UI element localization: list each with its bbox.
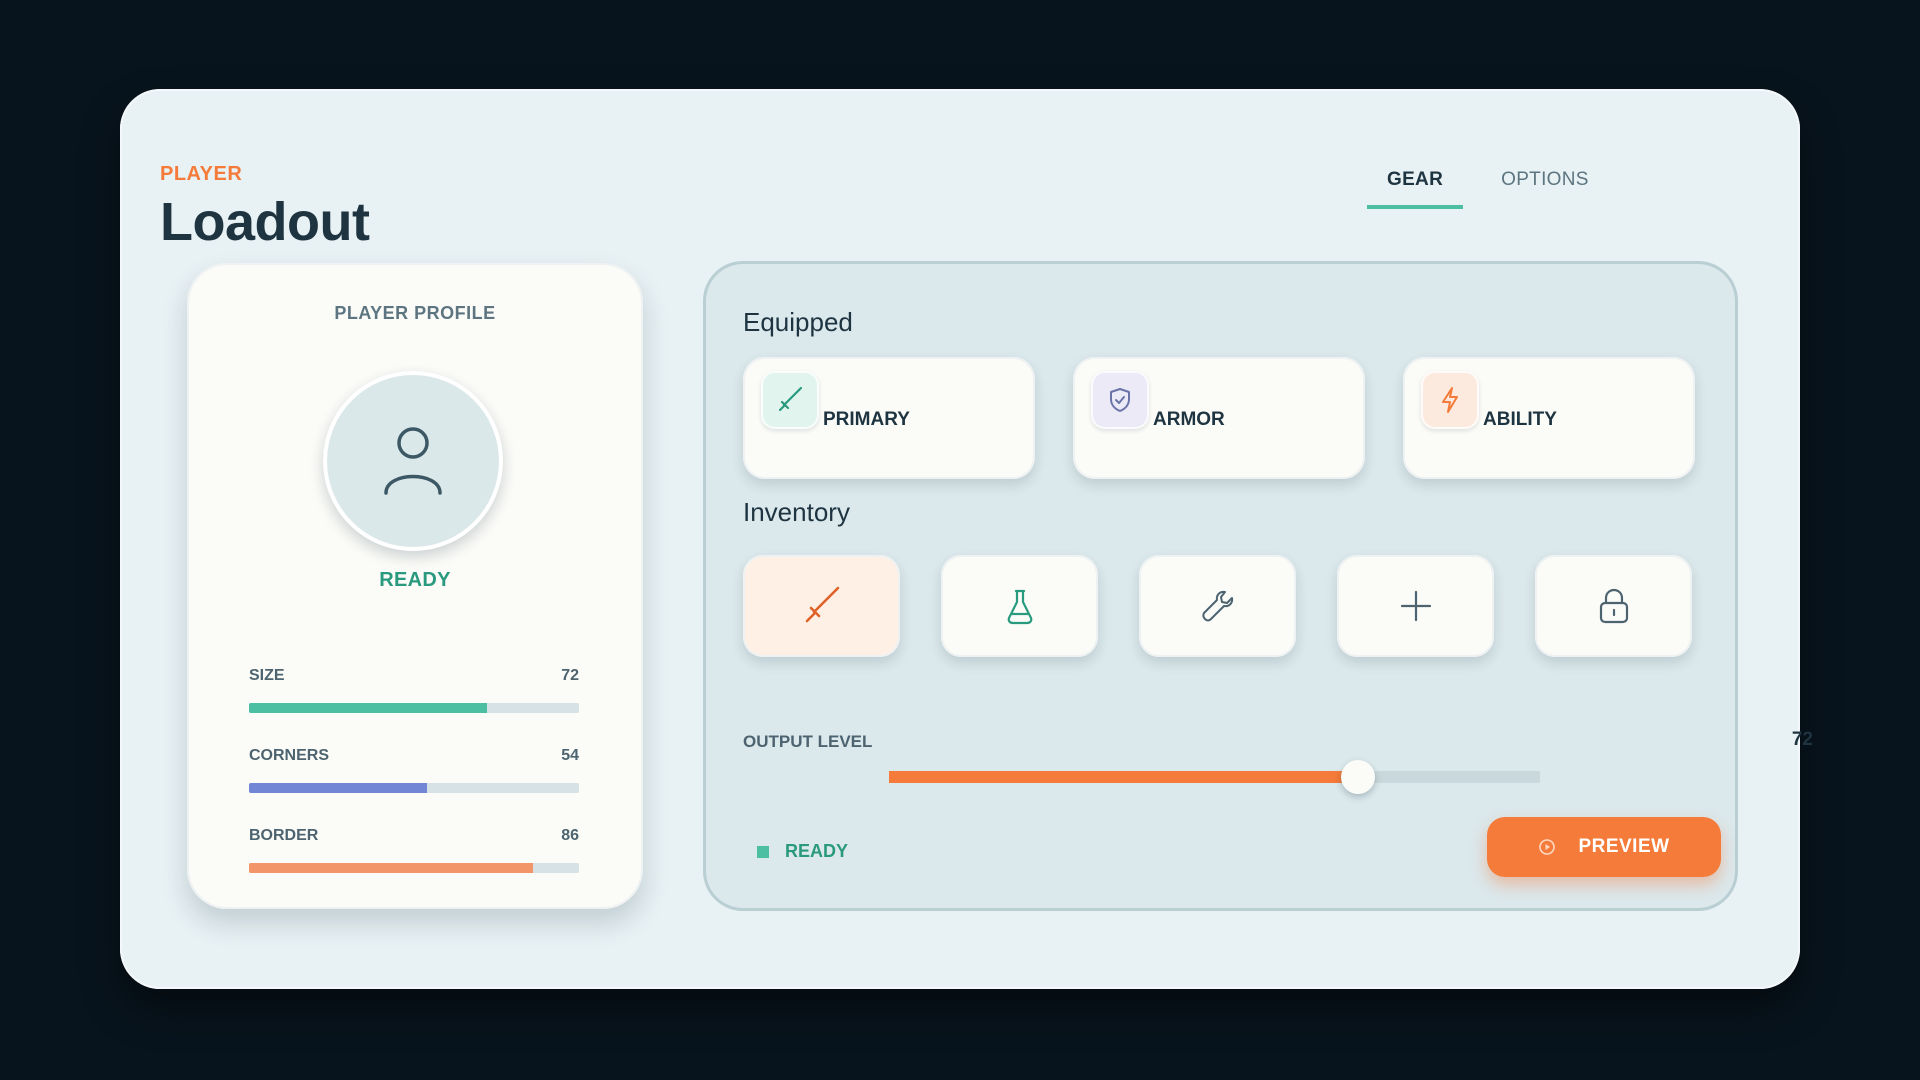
flask-icon	[1007, 589, 1032, 625]
output-level-label: OUTPUT LEVEL	[743, 732, 873, 751]
equip-slot-primary[interactable]: PRIMARY	[743, 357, 1035, 479]
sword-icon	[805, 586, 839, 623]
equip-label: PRIMARY	[823, 409, 910, 430]
preview-button[interactable]: PREVIEW	[1487, 817, 1721, 877]
output-level-value: 72	[1791, 729, 1813, 750]
stat-border: BORDER 86	[249, 827, 579, 873]
stat-bar	[249, 703, 579, 713]
equip-icon-box	[1091, 371, 1149, 429]
inventory-slot-add[interactable]	[1337, 555, 1494, 657]
shield-icon	[1110, 388, 1130, 412]
inventory-slot-locked[interactable]	[1535, 555, 1692, 657]
wrench-icon	[1201, 590, 1233, 622]
profile-status: READY	[379, 569, 451, 591]
lightning-icon	[1442, 387, 1458, 413]
gear-panel: Equipped PRIMARY ARMOR ABILITY Inventory…	[703, 261, 1813, 911]
equip-icon-box	[1421, 371, 1479, 429]
slider-handle[interactable]	[1340, 760, 1375, 794]
stat-size: SIZE 72	[249, 667, 579, 713]
tab-bar: GEAR OPTIONS	[1367, 169, 1627, 209]
lock-icon	[1599, 588, 1628, 624]
stat-fill	[249, 783, 428, 793]
stat-label: CORNERS	[249, 747, 330, 764]
status-text: READY	[785, 841, 849, 861]
page-title: Loadout	[160, 192, 370, 252]
stat-label: BORDER	[249, 827, 319, 844]
tab-options[interactable]: OPTIONS	[1481, 169, 1609, 209]
equip-label: ABILITY	[1483, 409, 1557, 430]
loadout-window: PLAYER Loadout GEAR OPTIONS PLAYER PROFI…	[120, 89, 1813, 989]
inventory-slot-sword[interactable]	[743, 555, 900, 657]
play-icon	[1539, 839, 1556, 855]
stat-value: 86	[561, 827, 579, 844]
user-icon	[384, 427, 442, 495]
sword-icon	[778, 386, 803, 412]
inventory-heading: Inventory	[743, 497, 850, 527]
stat-bar	[249, 863, 579, 873]
stat-value: 54	[561, 747, 579, 764]
plus-icon	[1400, 590, 1431, 622]
equip-slot-ability[interactable]: ABILITY	[1403, 357, 1695, 479]
stat-label: SIZE	[249, 667, 285, 684]
inventory-slot-flask[interactable]	[941, 555, 1098, 657]
avatar	[323, 371, 503, 551]
stat-fill	[249, 703, 487, 713]
stat-fill	[249, 863, 533, 873]
stat-value: 72	[561, 667, 579, 684]
tab-gear[interactable]: GEAR	[1367, 169, 1464, 209]
preview-button-label: PREVIEW	[1578, 836, 1670, 857]
output-level-slider[interactable]	[889, 760, 1540, 794]
page-subtitle: PLAYER	[160, 163, 243, 185]
slider-fill	[889, 771, 1358, 783]
equip-icon-box	[761, 371, 819, 429]
equipped-heading: Equipped	[743, 307, 853, 337]
stat-bar	[249, 783, 579, 793]
equip-slot-armor[interactable]: ARMOR	[1073, 357, 1365, 479]
status-indicator	[757, 846, 769, 858]
equip-label: ARMOR	[1153, 409, 1225, 430]
profile-title: PLAYER PROFILE	[334, 303, 496, 323]
inventory-slot-wrench[interactable]	[1139, 555, 1296, 657]
stat-corners: CORNERS 54	[249, 747, 579, 793]
player-profile-card: PLAYER PROFILE READY SIZE 72 CORNERS 54	[187, 263, 643, 909]
